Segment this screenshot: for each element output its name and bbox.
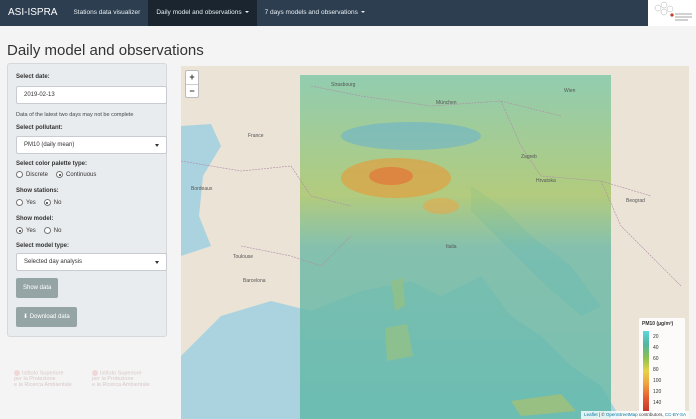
- map-label: Wien: [564, 88, 576, 94]
- legend-title: PM10 (µg/m³): [642, 321, 674, 327]
- nav-daily-model-label: Daily model and observations: [156, 9, 242, 16]
- stations-radio-group: Yes No: [16, 199, 66, 206]
- ispra-logo: [648, 0, 696, 26]
- pollutant-select[interactable]: PM10 (daily mean): [16, 136, 167, 154]
- show-data-button[interactable]: Show data: [16, 278, 59, 298]
- palette-discrete-label: Discrete: [26, 171, 49, 178]
- pollutant-value: PM10 (daily mean): [24, 142, 75, 148]
- watermark-line: e la Ricerca Ambientale: [14, 382, 72, 389]
- pm10-legend: PM10 (µg/m³) 20 40 60 80 100 120 140: [639, 318, 685, 416]
- caret-down-icon: [360, 11, 365, 14]
- palette-label: Select color palette type:: [16, 161, 88, 167]
- pollutant-label: Select pollutant:: [16, 125, 63, 131]
- leaflet-link[interactable]: Leaflet: [584, 412, 598, 417]
- map-label: Beograd: [626, 198, 645, 204]
- legend-tick: 80: [653, 367, 659, 373]
- map-attribution: Leaflet | © OpenStreetMap contributors, …: [581, 411, 689, 419]
- map-label: Bordeaux: [191, 186, 213, 192]
- model-yes-radio[interactable]: [16, 227, 23, 234]
- legend-tick: 40: [653, 345, 659, 351]
- legend-tick: 140: [653, 400, 662, 406]
- map-label: Strasbourg: [331, 82, 356, 88]
- map-label: Hrvatska: [536, 178, 556, 184]
- zoom-control: + −: [185, 70, 199, 98]
- stations-no-radio[interactable]: [43, 199, 51, 206]
- map-label: Zagreb: [521, 154, 537, 160]
- download-icon: ⬇: [23, 314, 29, 320]
- nav-7-days-label: 7 days models and observations: [264, 9, 358, 16]
- zoom-in-button[interactable]: +: [186, 71, 198, 84]
- attribution-sep: | ©: [597, 412, 606, 417]
- model-no-radio[interactable]: [43, 227, 51, 234]
- palette-radio-group: Discrete Continuous: [16, 171, 101, 178]
- download-data-button[interactable]: ⬇ Download data: [16, 307, 77, 327]
- caret-down-icon: [244, 11, 249, 14]
- watermark: Istituto Superiore per la Protezione e la …: [92, 370, 150, 388]
- legend-tick: 20: [653, 334, 659, 340]
- chevron-down-icon: [155, 144, 159, 147]
- map-label: Toulouse: [233, 254, 254, 260]
- attribution-text: contributors,: [637, 412, 665, 417]
- model-type-value: Selected day analysis: [24, 259, 83, 265]
- date-label: Select date:: [16, 74, 50, 80]
- model-radio-group: Yes No: [16, 227, 66, 234]
- map-label: München: [436, 100, 457, 106]
- top-navbar: ASI-ISPRA Stations data visualizer Daily…: [0, 0, 696, 26]
- nav-7-days-models[interactable]: 7 days models and observations: [257, 0, 373, 26]
- osm-link[interactable]: OpenStreetMap: [606, 412, 638, 417]
- map-label: France: [248, 133, 264, 139]
- app-brand[interactable]: ASI-ISPRA: [0, 0, 65, 26]
- controls-panel: Select date: 2019-02-13 Data of the late…: [7, 63, 167, 337]
- date-input[interactable]: 2019-02-13: [16, 86, 167, 104]
- stations-yes-radio[interactable]: [16, 199, 23, 206]
- watermark-line: e la Ricerca Ambientale: [92, 382, 150, 389]
- stations-no-label: No: [53, 199, 62, 206]
- nav-stations-visualizer[interactable]: Stations data visualizer: [65, 0, 148, 26]
- palette-continuous-label: Continuous: [66, 171, 97, 178]
- palette-discrete-radio[interactable]: [16, 171, 23, 178]
- legend-color-bar: [643, 331, 649, 411]
- model-type-select[interactable]: Selected day analysis: [16, 253, 167, 271]
- model-no-label: No: [53, 227, 62, 234]
- page-title: Daily model and observations: [7, 42, 204, 59]
- map-label: Barcelona: [243, 278, 266, 284]
- model-yes-label: Yes: [26, 227, 36, 234]
- zoom-out-button[interactable]: −: [186, 84, 198, 97]
- map-basemap: [181, 75, 682, 419]
- download-button-label: Download data: [29, 314, 70, 320]
- legend-tick: 100: [653, 378, 662, 384]
- legend-tick: 120: [653, 389, 662, 395]
- chevron-down-icon: [155, 261, 159, 264]
- map-label: Italia: [446, 244, 457, 250]
- stations-label: Show stations:: [16, 188, 59, 194]
- license-link[interactable]: CC-BY-SA: [665, 412, 686, 417]
- nav-daily-model[interactable]: Daily model and observations: [148, 0, 257, 26]
- model-type-label: Select model type:: [16, 243, 70, 249]
- watermark: Istituto Superiore per la Protezione e la …: [14, 370, 72, 388]
- palette-continuous-radio[interactable]: [56, 171, 64, 178]
- model-label: Show model:: [16, 216, 54, 222]
- map-view[interactable]: Strasbourg München Wien France Bordeaux …: [181, 66, 689, 419]
- legend-tick: 60: [653, 356, 659, 362]
- stations-yes-label: Yes: [26, 199, 36, 206]
- date-note: Data of the latest two days may not be c…: [16, 112, 134, 118]
